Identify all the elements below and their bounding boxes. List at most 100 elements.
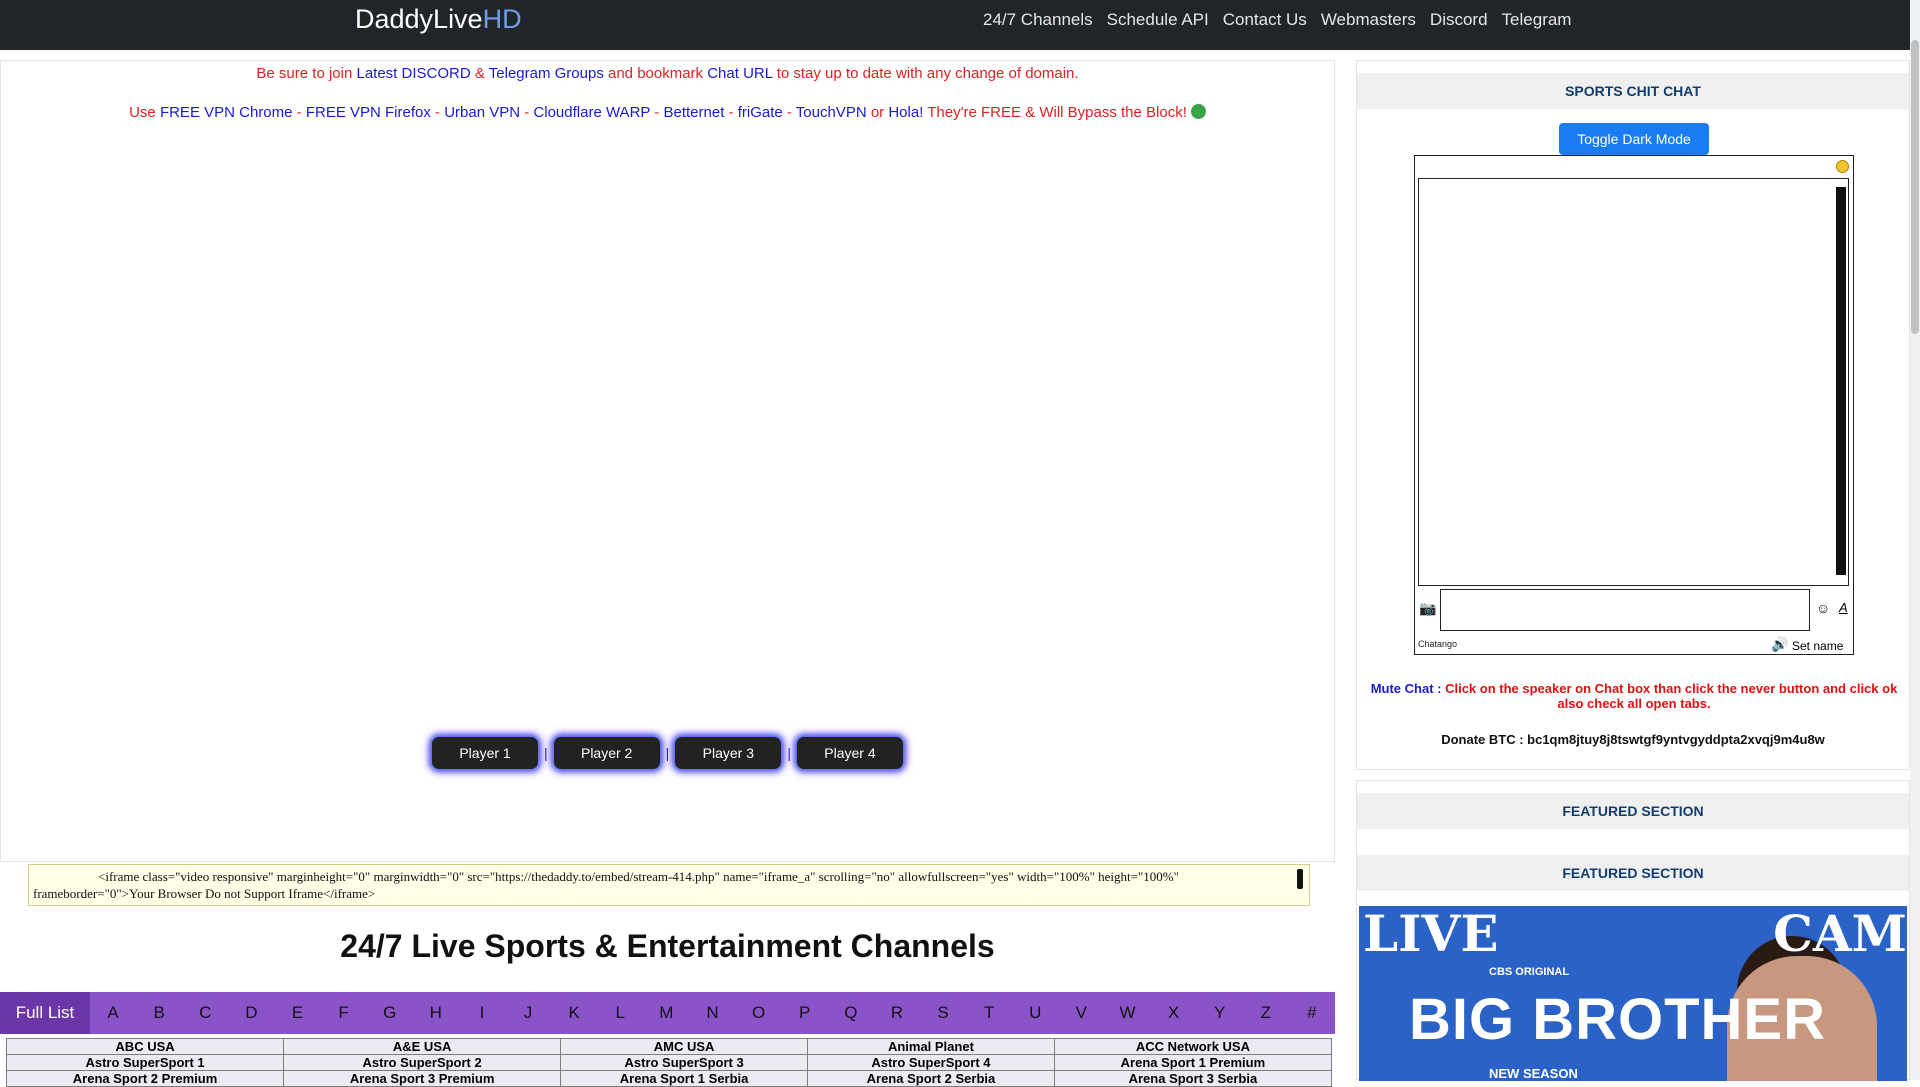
- filter-letter[interactable]: #: [1289, 1003, 1335, 1023]
- nav-links: 24/7 Channels Schedule API Contact Us We…: [983, 10, 1571, 30]
- telegram-link[interactable]: Telegram Groups: [489, 65, 604, 82]
- betternet-link[interactable]: Betternet: [663, 104, 724, 121]
- chat-url-link[interactable]: Chat URL: [707, 65, 772, 82]
- player-2-button[interactable]: Player 2: [553, 737, 660, 769]
- textarea-scrollbar[interactable]: [1297, 869, 1303, 889]
- channel-link[interactable]: Arena Sport 2 Serbia: [807, 1070, 1055, 1087]
- filter-letter[interactable]: X: [1151, 1003, 1197, 1023]
- filter-letter[interactable]: B: [136, 1003, 182, 1023]
- notice-text: They're FREE & Will Bypass the Block!: [923, 104, 1187, 121]
- featured-banner[interactable]: LIVE CAM CBS ORIGINAL BIG BROTHER NEW SE…: [1359, 906, 1907, 1081]
- channel-link[interactable]: Arena Sport 1 Serbia: [560, 1070, 809, 1087]
- filter-letter[interactable]: Z: [1243, 1003, 1289, 1023]
- page-scrollbar[interactable]: [1910, 0, 1920, 1080]
- notice-text: and bookmark: [603, 65, 708, 82]
- player-3-button[interactable]: Player 3: [675, 737, 782, 769]
- touchvpn-link[interactable]: TouchVPN: [796, 104, 867, 121]
- filter-letter[interactable]: M: [643, 1003, 689, 1023]
- donate-btc: Donate BTC : bc1qm8jtuy8j8tswtgf9yntvgyd…: [1441, 732, 1825, 747]
- chat-messages[interactable]: [1418, 178, 1849, 586]
- set-name-link[interactable]: Set name: [1792, 639, 1843, 653]
- table-row: Arena Sport 2 Premium Arena Sport 3 Prem…: [5, 1070, 1333, 1087]
- player-separator: |: [544, 745, 548, 761]
- filter-full-list[interactable]: Full List: [0, 992, 90, 1034]
- channel-link[interactable]: Animal Planet: [807, 1038, 1055, 1055]
- smiley-icon[interactable]: ☺: [1816, 600, 1830, 616]
- brand-accent: HD: [482, 4, 522, 34]
- banner-network: CBS ORIGINAL: [1489, 966, 1570, 978]
- top-navbar: DaddyLiveHD 24/7 Channels Schedule API C…: [0, 0, 1910, 50]
- filter-letter[interactable]: A: [90, 1003, 136, 1023]
- nav-contact-us[interactable]: Contact Us: [1223, 10, 1307, 30]
- cloudflare-warp-link[interactable]: Cloudflare WARP: [533, 104, 650, 121]
- filter-letter[interactable]: W: [1104, 1003, 1150, 1023]
- filter-letter[interactable]: O: [736, 1003, 782, 1023]
- filter-letter[interactable]: G: [367, 1003, 413, 1023]
- filter-letter[interactable]: E: [274, 1003, 320, 1023]
- channel-link[interactable]: Astro SuperSport 3: [560, 1054, 809, 1071]
- filter-letter[interactable]: I: [459, 1003, 505, 1023]
- vpn-firefox-link[interactable]: FREE VPN Firefox: [306, 104, 431, 121]
- scrollbar-thumb[interactable]: [1911, 40, 1919, 334]
- player-separator: |: [787, 745, 791, 761]
- camera-icon[interactable]: 📷: [1419, 600, 1436, 617]
- filter-letter[interactable]: D: [228, 1003, 274, 1023]
- filter-letter[interactable]: Q: [828, 1003, 874, 1023]
- channel-link[interactable]: A&E USA: [283, 1038, 562, 1055]
- site-logo[interactable]: DaddyLiveHD: [355, 4, 522, 35]
- channel-link[interactable]: ABC USA: [5, 1038, 285, 1055]
- banner-show: BIG BROTHER: [1409, 987, 1826, 1052]
- channel-link[interactable]: Arena Sport 3 Serbia: [1053, 1070, 1333, 1087]
- filter-letter[interactable]: H: [413, 1003, 459, 1023]
- filter-letter[interactable]: T: [966, 1003, 1012, 1023]
- embed-code-textarea[interactable]: <iframe class="video responsive" marginh…: [28, 864, 1310, 906]
- format-icon[interactable]: A: [1839, 600, 1848, 615]
- player-4-button[interactable]: Player 4: [796, 737, 903, 769]
- channel-link[interactable]: Arena Sport 1 Premium: [1053, 1054, 1333, 1071]
- filter-letter[interactable]: P: [782, 1003, 828, 1023]
- filter-letter[interactable]: F: [321, 1003, 367, 1023]
- filter-letter[interactable]: L: [597, 1003, 643, 1023]
- notice-vpn: Use FREE VPN Chrome - FREE VPN Firefox -…: [1, 104, 1334, 121]
- nav-discord[interactable]: Discord: [1430, 10, 1488, 30]
- filter-letter[interactable]: J: [505, 1003, 551, 1023]
- filter-letter[interactable]: C: [182, 1003, 228, 1023]
- nav-webmasters[interactable]: Webmasters: [1321, 10, 1416, 30]
- brand-name: DaddyLive: [355, 4, 483, 34]
- frigate-link[interactable]: friGate: [738, 104, 783, 121]
- channel-link[interactable]: Astro SuperSport 1: [5, 1054, 285, 1071]
- banner-cam: CAM: [1773, 906, 1907, 963]
- chat-brand[interactable]: Chatango: [1418, 639, 1457, 649]
- channel-link[interactable]: ACC Network USA: [1053, 1038, 1333, 1055]
- separator: -: [650, 104, 664, 121]
- nav-telegram[interactable]: Telegram: [1502, 10, 1572, 30]
- filter-letter[interactable]: N: [689, 1003, 735, 1023]
- discord-link[interactable]: Latest DISCORD: [356, 65, 470, 82]
- channel-link[interactable]: Arena Sport 2 Premium: [5, 1070, 285, 1087]
- toggle-dark-mode-button[interactable]: Toggle Dark Mode: [1559, 123, 1709, 155]
- channel-link[interactable]: Astro SuperSport 4: [807, 1054, 1055, 1071]
- chat-input[interactable]: [1440, 589, 1810, 631]
- channel-link[interactable]: Arena Sport 3 Premium: [283, 1070, 562, 1087]
- filter-letter[interactable]: K: [551, 1003, 597, 1023]
- channel-link[interactable]: Astro SuperSport 2: [283, 1054, 562, 1071]
- filter-letter[interactable]: U: [1012, 1003, 1058, 1023]
- nav-schedule-api[interactable]: Schedule API: [1107, 10, 1209, 30]
- channel-link[interactable]: AMC USA: [560, 1038, 809, 1055]
- vpn-chrome-link[interactable]: FREE VPN Chrome: [160, 104, 293, 121]
- chat-scrollbar[interactable]: [1836, 187, 1846, 575]
- urban-vpn-link[interactable]: Urban VPN: [444, 104, 520, 121]
- notice-text: Be sure to join: [256, 65, 357, 82]
- hola-link[interactable]: Hola!: [888, 104, 923, 121]
- featured-title: FEATURED SECTION: [1357, 855, 1909, 891]
- table-row: Astro SuperSport 1 Astro SuperSport 2 As…: [5, 1054, 1333, 1071]
- notice-text: to stay up to date with any change of do…: [772, 65, 1079, 82]
- filter-letter[interactable]: V: [1058, 1003, 1104, 1023]
- nav-247-channels[interactable]: 24/7 Channels: [983, 10, 1093, 30]
- notice-text: or: [866, 104, 889, 121]
- speaker-icon[interactable]: 🔊: [1771, 636, 1788, 653]
- filter-letter[interactable]: S: [920, 1003, 966, 1023]
- player-1-button[interactable]: Player 1: [432, 737, 539, 769]
- filter-letter[interactable]: R: [874, 1003, 920, 1023]
- filter-letter[interactable]: Y: [1197, 1003, 1243, 1023]
